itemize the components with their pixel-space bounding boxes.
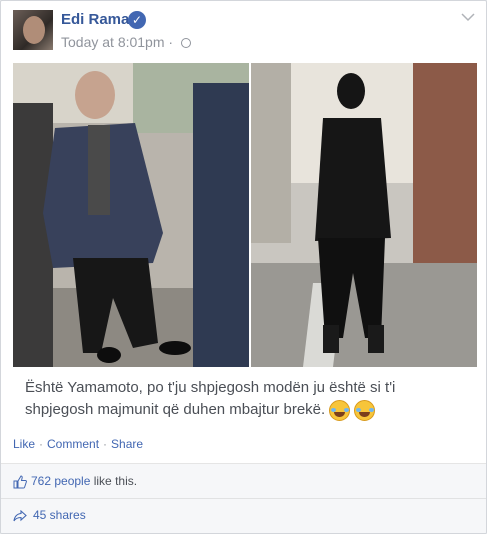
author-avatar[interactable] <box>13 10 53 50</box>
chevron-down-icon[interactable] <box>460 11 476 23</box>
tears-of-joy-emoji-icon <box>329 399 351 421</box>
likes-summary: 762 people like this. <box>13 474 137 489</box>
shares-summary[interactable]: 45 shares <box>13 508 86 522</box>
shares-count[interactable]: 45 shares <box>33 508 86 522</box>
verified-badge-icon: ✓ <box>128 11 146 29</box>
globe-icon <box>180 38 191 49</box>
share-link[interactable]: Share <box>111 437 143 451</box>
likes-suffix: like this. <box>90 474 138 488</box>
tears-of-joy-emoji-icon <box>354 399 376 421</box>
post-footer: 762 people like this. 45 shares <box>1 463 486 533</box>
action-separator: · <box>39 437 44 451</box>
like-link[interactable]: Like <box>13 437 35 451</box>
post-actions: Like · Comment · Share <box>13 437 143 451</box>
action-separator: · <box>103 437 108 451</box>
share-arrow-icon <box>13 509 27 522</box>
thumbs-up-icon <box>13 475 27 489</box>
footer-divider <box>1 498 486 499</box>
meta-separator: · <box>168 34 174 50</box>
likes-count[interactable]: 762 people <box>31 474 90 488</box>
post-photo[interactable] <box>13 63 477 367</box>
post-timestamp[interactable]: Today at 8:01pm <box>61 34 165 50</box>
post-card: Edi Rama ✓ Today at 8:01pm · Është Yamam… <box>0 0 487 534</box>
author-name[interactable]: Edi Rama <box>61 11 129 28</box>
comment-link[interactable]: Comment <box>47 437 99 451</box>
post-meta: Today at 8:01pm · <box>61 34 191 50</box>
post-caption: Është Yamamoto, po t'ju shpjegosh modën … <box>25 377 445 421</box>
